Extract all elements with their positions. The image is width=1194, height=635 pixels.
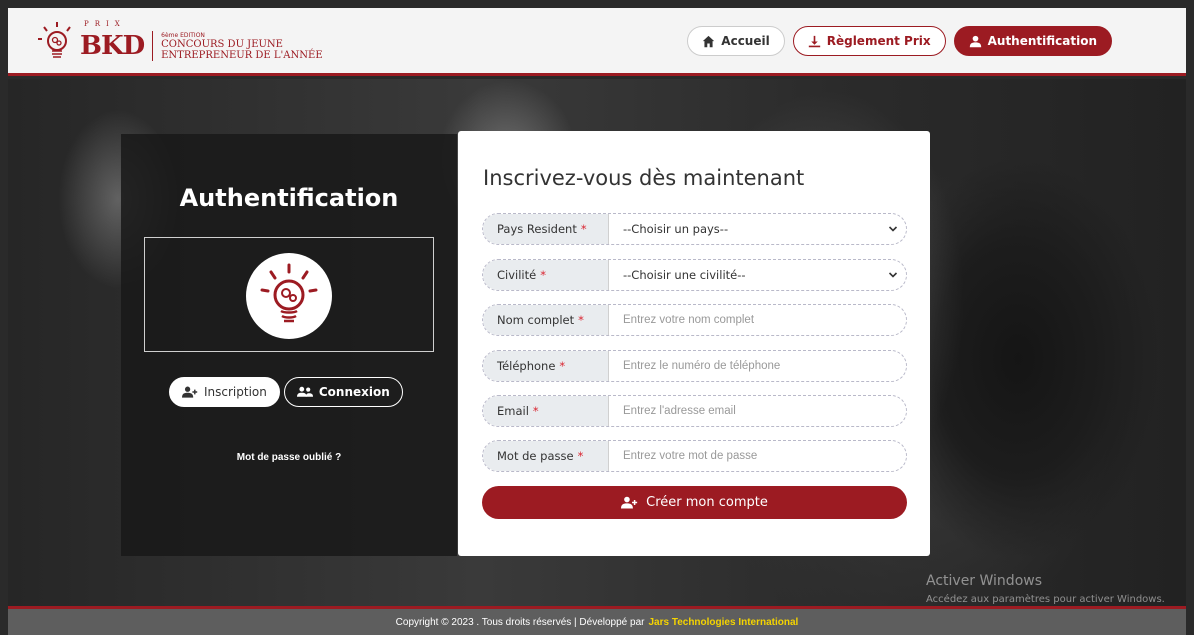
- lightbulb-logo-icon: [36, 21, 78, 63]
- create-account-button[interactable]: Créer mon compte: [482, 486, 907, 519]
- password-input[interactable]: Entrez votre mot de passe: [609, 441, 906, 471]
- field-label: Email *: [483, 396, 609, 426]
- password-label: Mot de passe: [497, 449, 574, 463]
- tab-connexion-label: Connexion: [318, 385, 390, 399]
- nav-reglement-label: Règlement Prix: [826, 34, 931, 48]
- required-mark: *: [580, 222, 587, 236]
- auth-side-panel: Authentification Inscription Connexion M…: [121, 134, 457, 556]
- form-title: Inscrivez-vous dès maintenant: [483, 166, 805, 190]
- user-plus-icon: [621, 496, 638, 509]
- full-name-input[interactable]: Entrez votre nom complet: [609, 305, 906, 335]
- required-mark: *: [578, 313, 584, 327]
- forgot-password-link[interactable]: Mot de passe oublié ?: [121, 452, 457, 463]
- email-field: Email * Entrez l'adresse email: [482, 395, 907, 427]
- field-label: Téléphone *: [483, 351, 609, 381]
- logo-divider: [152, 31, 154, 61]
- auth-image-frame: [144, 237, 434, 352]
- registration-form-card: Inscrivez-vous dès maintenant Pays Resid…: [458, 131, 930, 556]
- field-label: Nom complet *: [483, 305, 609, 335]
- windows-activation-title: Activer Windows: [926, 573, 1043, 589]
- nav-accueil-label: Accueil: [721, 34, 770, 48]
- download-icon: [808, 35, 820, 47]
- required-mark: *: [559, 359, 566, 373]
- civility-select[interactable]: --Choisir une civilité--: [609, 260, 906, 290]
- nav-authentification-label: Authentification: [987, 34, 1097, 48]
- nav-authentification-button[interactable]: Authentification: [953, 26, 1112, 56]
- field-label: Pays Resident *: [483, 214, 609, 244]
- tab-inscription[interactable]: Inscription: [169, 377, 280, 407]
- nav-reglement-button[interactable]: Règlement Prix: [792, 26, 946, 56]
- field-label: Civilité *: [483, 260, 609, 290]
- required-mark: *: [540, 268, 546, 282]
- chevron-down-icon: [888, 272, 898, 278]
- email-input[interactable]: Entrez l'adresse email: [609, 396, 906, 426]
- auth-tabs: Inscription Connexion: [169, 377, 403, 407]
- logo-line-2: ENTREPRENEUR DE L'ANNÉE: [161, 49, 323, 61]
- home-icon: [703, 35, 715, 47]
- country-select-field: Pays Resident * --Choisir un pays--: [482, 213, 907, 245]
- civility-select-field: Civilité * --Choisir une civilité--: [482, 259, 907, 291]
- footer-copyright: Copyright © 2023 . Tous droits réservés …: [395, 616, 645, 628]
- logo-line-1: CONCOURS DU JEUNE: [161, 38, 283, 50]
- password-field: Mot de passe * Entrez votre mot de passe: [482, 440, 907, 472]
- phone-input[interactable]: Entrez le numéro de téléphone: [609, 351, 906, 381]
- phone-label: Téléphone: [497, 359, 556, 373]
- site-logo[interactable]: PRIX BKD 6ème EDITION CONCOURS DU JEUNE …: [36, 14, 323, 70]
- tab-connexion[interactable]: Connexion: [283, 377, 403, 407]
- field-label: Mot de passe *: [483, 441, 609, 471]
- main-nav: Accueil Règlement Prix Authentification: [687, 26, 1112, 56]
- windows-activation-text: Accédez aux paramètres pour activer Wind…: [926, 594, 1165, 605]
- logo-brand: BKD: [80, 31, 145, 61]
- footer-developer-link[interactable]: Jars Technologies International: [648, 617, 798, 628]
- nav-accueil-button[interactable]: Accueil: [687, 26, 785, 56]
- phone-field: Téléphone * Entrez le numéro de téléphone: [482, 350, 907, 382]
- lightbulb-circle-icon: [246, 253, 332, 339]
- create-account-label: Créer mon compte: [646, 495, 768, 510]
- full-name-field: Nom complet * Entrez votre nom complet: [482, 304, 907, 336]
- users-icon: [296, 386, 313, 397]
- country-select-value: --Choisir un pays--: [623, 222, 729, 236]
- required-mark: *: [577, 449, 584, 463]
- top-header: PRIX BKD 6ème EDITION CONCOURS DU JEUNE …: [8, 8, 1186, 76]
- page-footer: Copyright © 2023 . Tous droits réservés …: [8, 606, 1186, 635]
- tab-inscription-label: Inscription: [204, 385, 267, 399]
- email-label: Email: [497, 404, 529, 418]
- auth-title: Authentification: [179, 184, 399, 212]
- logo-prix: PRIX: [84, 20, 126, 28]
- logo-text: 6ème EDITION CONCOURS DU JEUNE ENTREPREN…: [161, 32, 323, 61]
- chevron-down-icon: [888, 226, 898, 232]
- logo-edition: 6ème EDITION: [161, 31, 205, 39]
- civility-select-value: --Choisir une civilité--: [623, 268, 746, 282]
- country-select[interactable]: --Choisir un pays--: [609, 214, 906, 244]
- user-plus-icon: [182, 386, 198, 398]
- user-icon: [969, 35, 981, 47]
- country-label: Pays Resident: [497, 222, 577, 236]
- required-mark: *: [532, 404, 539, 418]
- civility-label: Civilité: [497, 268, 537, 282]
- full-name-label: Nom complet: [497, 313, 575, 327]
